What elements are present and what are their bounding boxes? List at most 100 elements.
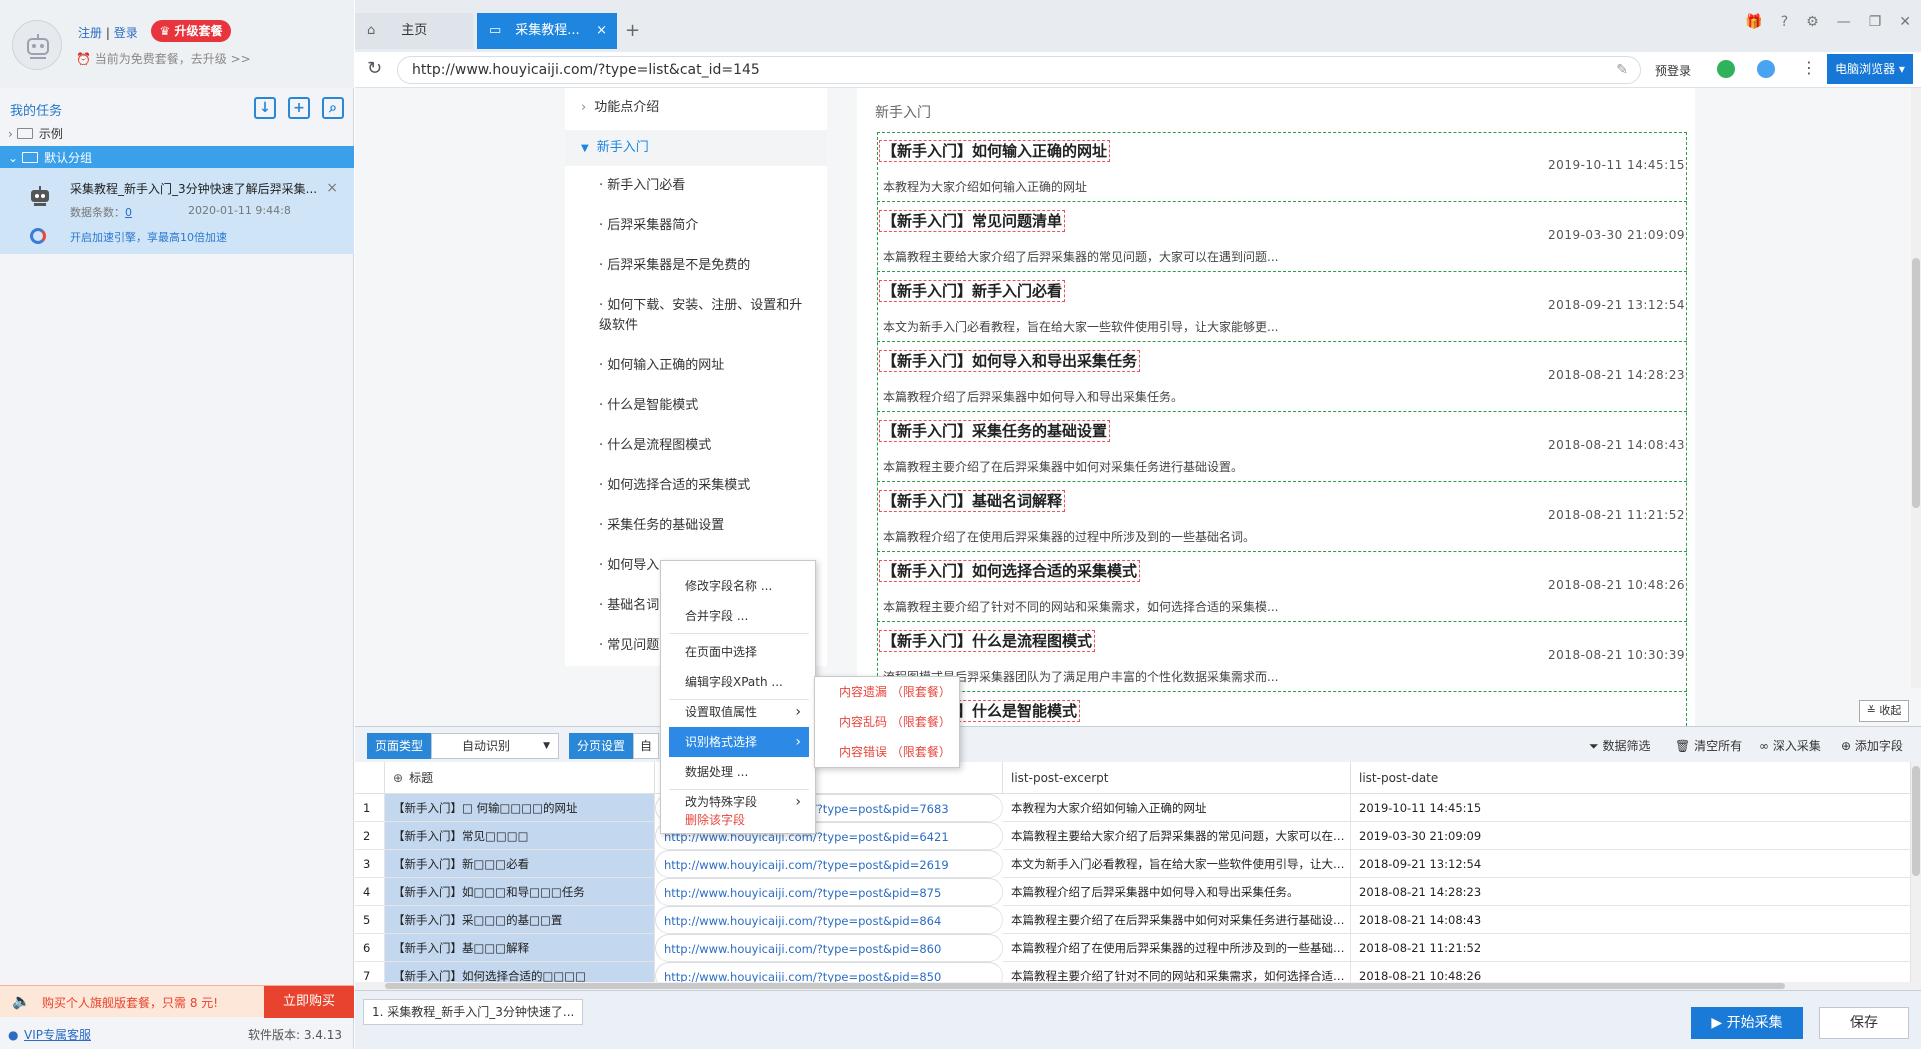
cell-date[interactable]: 2018-08-21 14:28:23 [1351, 878, 1911, 906]
user-icon[interactable] [1757, 60, 1775, 78]
nav-subitem[interactable]: · 后羿采集器是不是免费的 [565, 256, 827, 276]
plan-status[interactable]: ⏰ 当前为免费套餐，去升级 >> [76, 50, 251, 67]
login-link[interactable]: 登录 [114, 26, 138, 40]
accelerate-link[interactable]: 开启加速引擎，享最高10倍加速 [70, 229, 227, 245]
cell-excerpt[interactable]: 本篇教程主要介绍了在后羿采集器中如何对采集任务进行基础设置。 [1003, 906, 1351, 934]
tree-item-example[interactable]: › 示例 [0, 122, 354, 146]
entry-title[interactable]: 【新手入门】常见问题清单 [879, 210, 1066, 232]
refresh-icon[interactable]: ↻ [367, 58, 382, 79]
cell-date[interactable]: 2019-10-11 14:45:15 [1351, 794, 1911, 822]
list-item[interactable]: 【新手入门】如何选择合适的采集模式 2018-08-21 10:48:26 本篇教程… [877, 552, 1687, 622]
nav-subitem[interactable]: · 如何输入正确的网址 [565, 356, 827, 376]
deep-collect-button[interactable]: ∞ 深入采集 [1759, 737, 1821, 754]
nav-subitem[interactable]: · 什么是流程图模式 [565, 436, 827, 456]
cell-url[interactable]: http://www.houyicaiji.com/?type=post&pid… [655, 878, 1003, 906]
url-input[interactable]: http://www.houyicaiji.com/?type=list&cat… [397, 56, 1641, 84]
list-item[interactable]: 【新手入门】新手入门必看 2018-09-21 13:12:54 本文为新手入门必看… [877, 272, 1687, 342]
cell-date[interactable]: 2019-03-30 21:09:09 [1351, 822, 1911, 850]
cell-excerpt[interactable]: 本篇教程介绍了后羿采集器中如何导入和导出采集任务。 [1003, 878, 1351, 906]
grid-scrollbar[interactable] [1911, 762, 1921, 990]
nav-subitem[interactable]: · 如何下载、安装、注册、设置和升级软件 [565, 296, 805, 336]
menu-rename-field[interactable]: 修改字段名称 ... [669, 571, 809, 601]
list-item[interactable]: 【新手入门】如何导入和导出采集任务 2018-08-21 14:28:23 本篇教程… [877, 342, 1687, 412]
task-card[interactable]: 采集教程_新手入门_3分钟快速了解后羿采集... × 数据条数：0 2020-0… [0, 168, 354, 254]
submenu-content-missing[interactable]: 内容遗漏 （限套餐） [815, 677, 961, 707]
cell-url[interactable]: http://www.houyicaiji.com/?type=post&pid… [655, 850, 1003, 878]
cell-title[interactable]: 【新手入门】常见□□□□ [385, 822, 655, 850]
menu-value-attribute[interactable]: 设置取值属性 › [669, 697, 809, 727]
list-item[interactable]: 【新手入门】什么是流程图模式 2018-08-21 10:30:39 流程图模式是后… [877, 622, 1687, 692]
cell-excerpt[interactable]: 本教程为大家介绍如何输入正确的网址 [1003, 794, 1351, 822]
cell-title[interactable]: 【新手入门】采□□□的基□□置 [385, 906, 655, 934]
cell-date[interactable]: 2018-08-21 14:08:43 [1351, 906, 1911, 934]
cell-date[interactable]: 2018-08-21 11:21:52 [1351, 934, 1911, 962]
new-tab-icon[interactable]: + [625, 20, 640, 41]
import-icon[interactable]: ↓ [254, 97, 276, 119]
grid-hscrollbar-thumb[interactable] [385, 983, 1785, 989]
entry-title[interactable]: 【新手入门】基础名词解释 [879, 490, 1066, 512]
count-value[interactable]: 0 [125, 206, 132, 219]
submenu-content-error[interactable]: 内容错误 （限套餐） [815, 737, 961, 767]
submenu-content-garbled[interactable]: 内容乱码 （限套餐） [815, 707, 961, 737]
clear-all-button[interactable]: 🗑 清空所有 [1675, 737, 1742, 754]
search-task-icon[interactable]: ⌕ [322, 97, 344, 119]
list-item[interactable]: 【新手入门】什么是智能模式 [877, 692, 1687, 726]
edit-icon[interactable]: ✎ [1616, 57, 1628, 83]
list-item[interactable]: 【新手入门】如何输入正确的网址 2019-10-11 14:45:15 本教程为大家… [877, 132, 1687, 202]
entry-title[interactable]: 【新手入门】采集任务的基础设置 [879, 420, 1111, 442]
start-collect-button[interactable]: ▶ 开始采集 [1691, 1007, 1803, 1039]
menu-format-select[interactable]: 识别格式选择 › [669, 727, 809, 757]
list-item[interactable]: 【新手入门】采集任务的基础设置 2018-08-21 14:08:43 本篇教程主要… [877, 412, 1687, 482]
column-header-excerpt[interactable]: list-post-excerpt [1003, 762, 1351, 794]
cell-url[interactable]: http://www.houyicaiji.com/?type=post&pid… [655, 934, 1003, 962]
grid-scrollbar-thumb[interactable] [1912, 766, 1920, 876]
column-header-title[interactable]: ⊕ 标题 [385, 762, 655, 794]
tab-home[interactable]: ⌂ 主页 [355, 13, 473, 49]
help-icon[interactable]: ? [1781, 14, 1788, 30]
page-scrollbar[interactable] [1911, 88, 1921, 688]
maximize-icon[interactable]: ❐ [1869, 14, 1882, 30]
nav-subitem[interactable]: · 新手入门必看 [565, 176, 827, 196]
gift-icon[interactable]: 🎁 [1745, 14, 1762, 30]
settings-icon[interactable]: ⚙ [1806, 14, 1819, 30]
cell-excerpt[interactable]: 本篇教程介绍了在使用后羿采集器的过程中所涉及到的一些基础名词。 [1003, 934, 1351, 962]
tree-item-default-group[interactable]: ⌄ 默认分组 [0, 146, 354, 170]
cell-excerpt[interactable]: 本篇教程主要给大家介绍了后羿采集器的常见问题，大家可以在遇到问题时先... [1003, 822, 1351, 850]
minimize-icon[interactable]: — [1837, 14, 1851, 30]
menu-edit-xpath[interactable]: 编辑字段XPath ... [669, 667, 809, 697]
menu-merge-field[interactable]: 合并字段 ... [669, 601, 809, 631]
buy-now-button[interactable]: 立即购买 [264, 986, 354, 1018]
cell-date[interactable]: 2018-09-21 13:12:54 [1351, 850, 1911, 878]
grid-hscrollbar[interactable] [355, 982, 1911, 990]
save-button[interactable]: 保存 [1819, 1007, 1909, 1039]
new-task-icon[interactable]: + [288, 97, 310, 119]
browser-mode-button[interactable]: 电脑浏览器 ▾ [1827, 54, 1913, 84]
pager-select[interactable]: 自 [633, 733, 659, 759]
cell-title[interactable]: 【新手入门】基□□□解释 [385, 934, 655, 962]
filter-button[interactable]: ⏷ 数据筛选 [1589, 737, 1650, 754]
list-item[interactable]: 【新手入门】常见问题清单 2019-03-30 21:09:09 本篇教程主要给大家… [877, 202, 1687, 272]
menu-data-process[interactable]: 数据处理 ... [669, 757, 809, 787]
list-item[interactable]: 【新手入门】基础名词解释 2018-08-21 11:21:52 本篇教程介绍了在使… [877, 482, 1687, 552]
tab-tutorial[interactable]: ▭ 采集教程... × [477, 13, 617, 49]
add-field-button[interactable]: ⊕ 添加字段 [1841, 737, 1903, 754]
avatar[interactable] [12, 20, 62, 70]
task-name[interactable]: 采集教程_新手入门_3分钟快速了解后羿采集... [70, 180, 320, 197]
page-type-select[interactable]: 自动识别 ▼ [431, 733, 559, 759]
nav-subitem[interactable]: · 什么是智能模式 [565, 396, 827, 416]
scrollbar-thumb[interactable] [1912, 258, 1920, 508]
cell-excerpt[interactable]: 本文为新手入门必看教程，旨在给大家一些软件使用引导，让大家能够更快地... [1003, 850, 1351, 878]
close-tab-icon[interactable]: × [596, 13, 607, 49]
cell-title[interactable]: 【新手入门】□ 何输□□□□的网址 [385, 794, 655, 822]
cell-title[interactable]: 【新手入门】新□□□必看 [385, 850, 655, 878]
close-window-icon[interactable]: ✕ [1899, 14, 1911, 30]
task-tab[interactable]: 1. 采集教程_新手入门_3分钟快速了... [363, 999, 583, 1025]
entry-title[interactable]: 【新手入门】如何输入正确的网址 [879, 140, 1111, 162]
vip-support-link[interactable]: VIP专属客服 [24, 1021, 91, 1049]
cell-url[interactable]: http://www.houyicaiji.com/?type=post&pid… [655, 906, 1003, 934]
nav-item[interactable]: › 功能点介绍 [565, 98, 827, 118]
nav-item-active[interactable]: ▼ 新手入门 [565, 130, 827, 166]
entry-title[interactable]: 【新手入门】如何选择合适的采集模式 [879, 560, 1141, 582]
prelogin-button[interactable]: 预登录 [1655, 62, 1691, 79]
status-green-icon[interactable] [1717, 60, 1735, 78]
